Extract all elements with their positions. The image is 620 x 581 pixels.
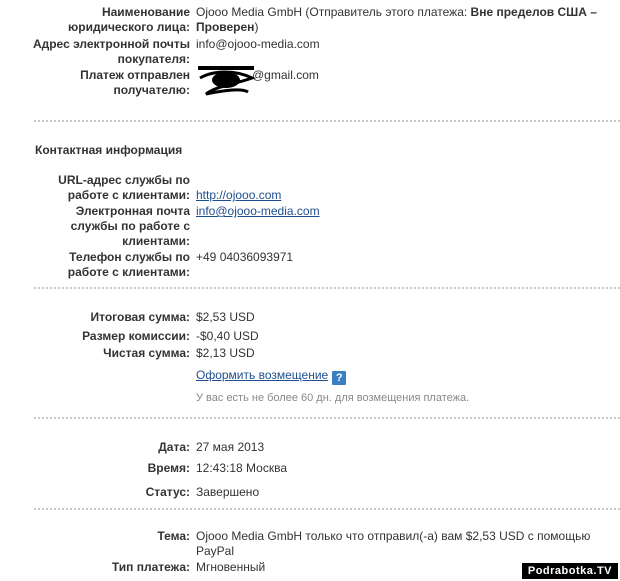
fee-value: -$0,40 USD: [196, 329, 259, 343]
sent-to-label: Платеж отправлен получателю:: [80, 68, 190, 97]
support-phone-value: +49 04036093971: [196, 250, 294, 264]
time-value: 12:43:18 Москва: [196, 461, 288, 475]
separator: [34, 120, 620, 122]
separator: [34, 287, 620, 289]
payment-type-label: Тип платежа:: [111, 560, 190, 574]
status-value: Завершено: [196, 485, 260, 499]
refund-link[interactable]: Оформить возмещение: [196, 368, 328, 382]
net-value: $2,13 USD: [196, 346, 255, 360]
date-label: Дата:: [158, 440, 190, 454]
payer-email-label: Адрес электронной почты покупателя:: [32, 37, 190, 66]
subject-label: Тема:: [157, 529, 190, 543]
support-email-link[interactable]: info@ojooo-media.com: [196, 204, 320, 218]
support-url-label: URL-адрес службы по работе с клиентами:: [58, 173, 190, 202]
contact-section-title: Контактная информация: [35, 143, 183, 157]
redaction-mark: [198, 66, 256, 96]
payer-name-text: Ojooo Media GmbH (Отправитель этого плат…: [196, 5, 471, 19]
payer-email-value: info@ojooo-media.com: [196, 37, 320, 51]
refund-wrap: Оформить возмещение?: [196, 368, 616, 385]
support-email-label: Электронная почта службы по работе с кли…: [70, 204, 190, 248]
payer-name-close: ): [254, 20, 259, 34]
watermark: Podrabotka.TV: [521, 563, 618, 579]
refund-note: У вас есть не более 60 дн. для возмещени…: [196, 392, 470, 404]
payer-name-label: Наименование юридического лица:: [68, 5, 190, 34]
date-value: 27 мая 2013: [196, 440, 265, 454]
total-value: $2,53 USD: [196, 310, 255, 324]
status-label: Статус:: [145, 485, 190, 499]
payer-name-value: Ojooo Media GmbH (Отправитель этого плат…: [196, 5, 616, 35]
separator: [34, 417, 620, 419]
sent-to-email-text: @gmail.com: [252, 68, 319, 82]
subject-value: Ojooo Media GmbH только что отправил(-а)…: [196, 529, 591, 558]
time-label: Время:: [147, 461, 190, 475]
support-phone-label: Телефон службы по работе с клиентами:: [67, 250, 190, 279]
help-icon[interactable]: ?: [332, 371, 347, 385]
separator: [34, 508, 620, 510]
fee-label: Размер комиссии:: [82, 329, 190, 343]
support-url-value-wrap: http://ojooo.com: [196, 188, 616, 203]
support-email-value-wrap: info@ojooo-media.com: [196, 204, 616, 219]
net-label: Чистая сумма:: [103, 346, 190, 360]
total-label: Итоговая сумма:: [90, 310, 190, 324]
support-url-link[interactable]: http://ojooo.com: [196, 188, 281, 202]
